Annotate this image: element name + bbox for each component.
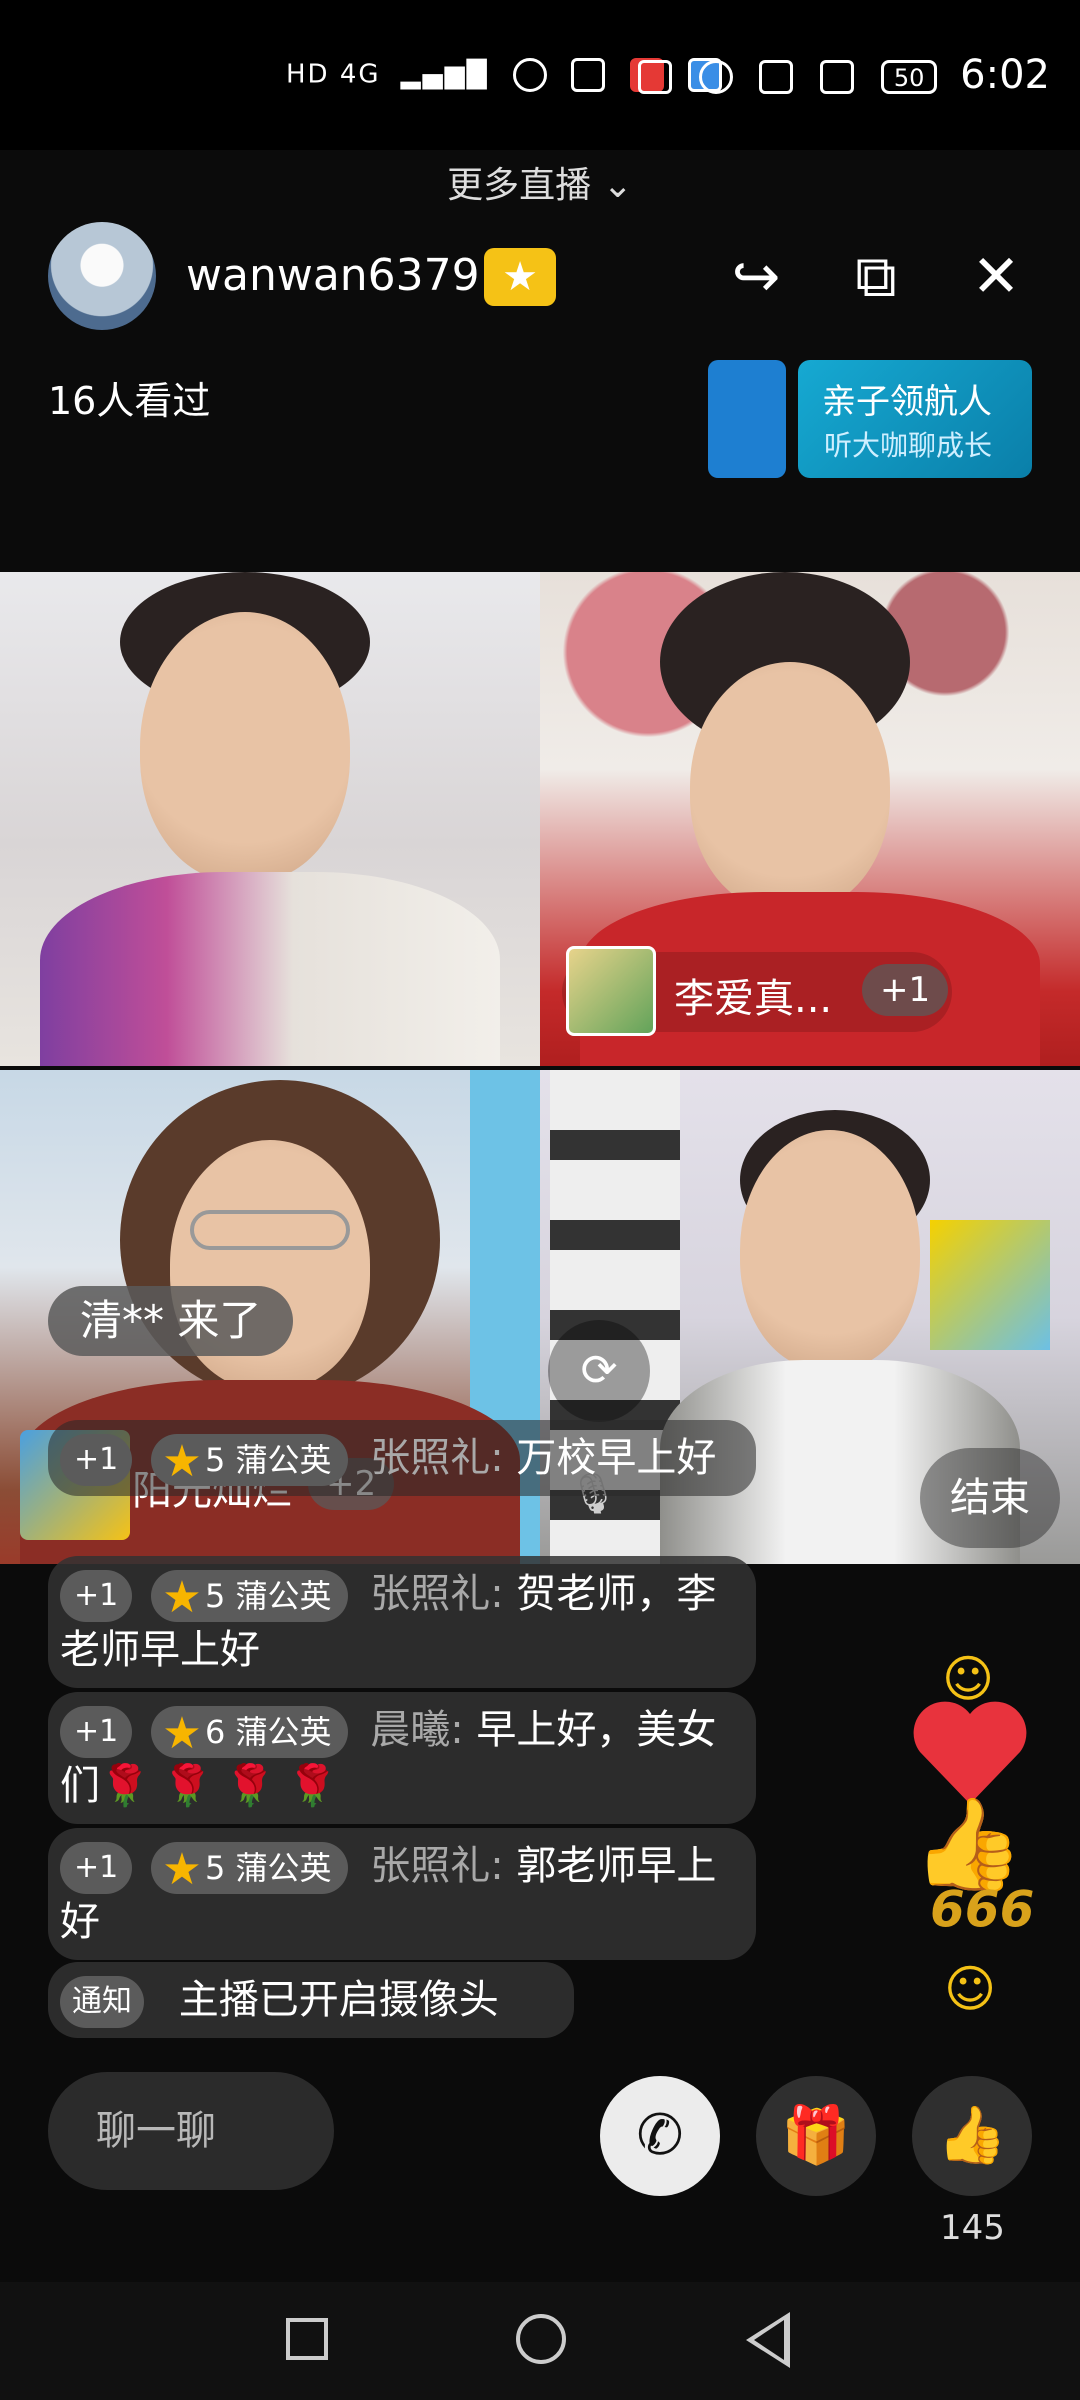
like-icon[interactable]: 👍 [912,2076,1032,2196]
minimize-window-icon[interactable]: ⧉ [840,240,912,312]
join-notice: 清** 来了 [48,1286,294,1356]
video-tile-2[interactable]: 李爱真... +1 [540,572,1080,1066]
chat-message[interactable]: +1 ★ 5 蒲公英 张照礼: 郭老师早上好 [48,1828,756,1960]
end-button[interactable]: 结束 [920,1448,1060,1548]
home-icon[interactable] [516,2314,566,2364]
number-sticker: 666 [930,1880,1035,1938]
participant-face [140,612,350,882]
host-avatar[interactable] [48,222,156,330]
banner-title: 亲子领航人 [822,382,992,422]
close-icon[interactable]: ✕ [960,240,1032,312]
nfc-icon [638,60,673,94]
plus-badge: +1 [60,1570,133,1622]
banner-subtitle: 听大咖聊成长 [824,429,993,462]
system-notice: 通知 主播已开启摄像头 [48,1962,574,2038]
emoji-icon: ☺ [944,1960,997,2018]
chat-message[interactable]: +1 ★ 5 蒲公英 张照礼: 万校早上好 [48,1420,756,1496]
chevron-down-icon: ⌄ [602,165,633,206]
alarm-icon [698,60,733,94]
camera-icon [759,60,794,94]
star-icon: ★ [162,1708,202,1759]
host-name[interactable]: wanwan6379 [186,250,480,301]
participant-scarf [40,872,500,1066]
chat-message[interactable]: +1 ★ 5 蒲公英 张照礼: 贺老师，李老师早上好 [48,1556,756,1688]
level-badge: ★ 5 蒲公英 [150,1570,348,1623]
like-count: 145 [940,2208,1005,2248]
viewer-count: 16人看过 [48,379,211,423]
level-badge: ★ 5 蒲公英 [150,1842,348,1895]
level-badge: ★ 6 蒲公英 [150,1706,348,1759]
video-tile-host[interactable] [0,572,540,1066]
chat-input[interactable]: 聊一聊 [48,2072,334,2190]
star-icon: ★ [162,1436,202,1487]
plus-badge: +1 [60,1706,133,1758]
participant-avatar [566,946,656,1036]
gift-icon[interactable]: 🎁 [756,2076,876,2196]
host-star-badge-icon[interactable]: ★ [484,248,556,306]
plus-badge: +1 [60,1434,133,1486]
more-live-dropdown[interactable]: 更多直播 ⌄ [0,156,1080,208]
video-call-icon[interactable]: ✆ [600,2076,720,2196]
wifi-icon [513,58,548,92]
switch-camera-icon[interactable]: ⟳ [548,1320,650,1422]
system-status: 50 6:02 [638,52,1050,98]
notice-tag: 通知 [60,1976,144,2028]
level-badge: ★ 5 蒲公英 [150,1434,348,1487]
plus-badge: +1 [60,1842,133,1894]
star-icon: ★ [162,1844,202,1895]
mute-icon [820,60,855,94]
chat-message[interactable]: +1 ★ 6 蒲公英 晨曦: 早上好，美女们🌹 🌹 🌹 🌹 [48,1692,756,1824]
promo-banner-thumbnail[interactable] [708,360,786,478]
recents-icon[interactable] [286,2318,328,2360]
share-icon[interactable]: ↪ [720,240,792,312]
participant-name-tag[interactable]: 李爱真... +1 [562,946,952,1036]
battery-indicator: 50 [880,60,938,94]
shield-icon [571,58,606,92]
star-icon: ★ [162,1572,202,1623]
clock: 6:02 [960,52,1050,98]
glasses-icon [190,1210,350,1250]
promo-banner[interactable]: 亲子领航人 听大咖聊成长 [798,360,1032,478]
